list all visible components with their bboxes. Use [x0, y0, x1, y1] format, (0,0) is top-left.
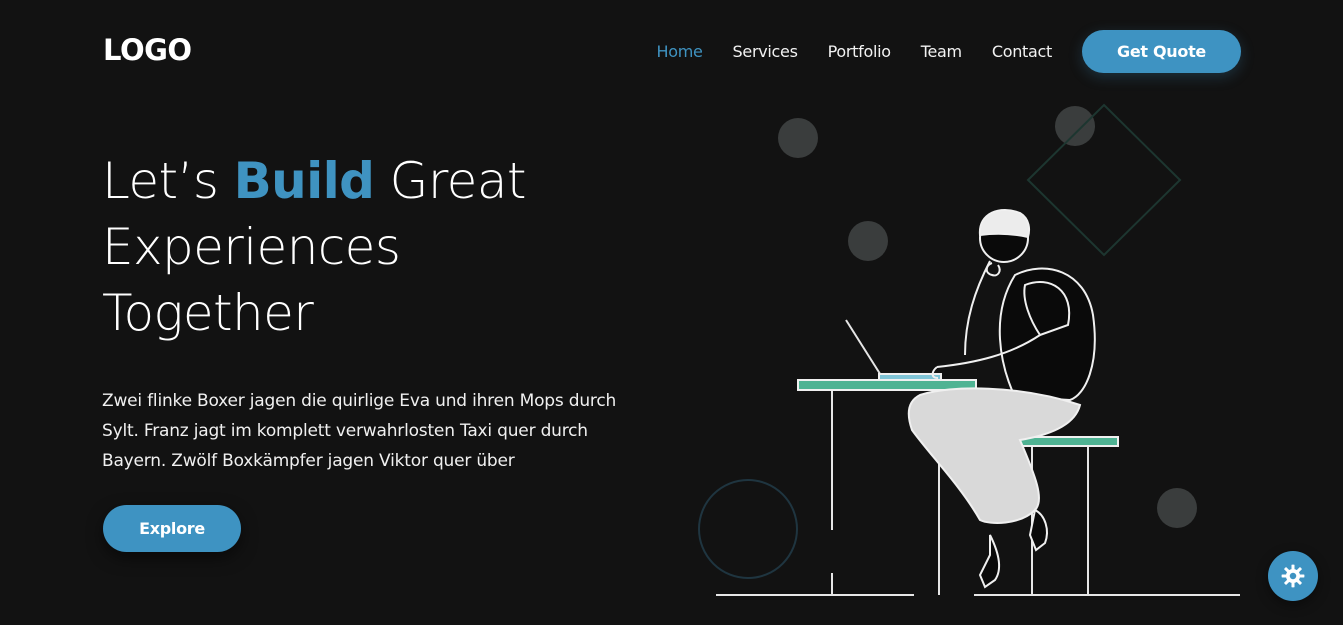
- logo[interactable]: LOGO: [103, 33, 192, 67]
- nav-link-contact[interactable]: Contact: [992, 42, 1052, 61]
- nav-link-services[interactable]: Services: [733, 42, 798, 61]
- main-nav: Home Services Portfolio Team Contact Get…: [656, 30, 1241, 73]
- settings-fab[interactable]: [1268, 551, 1318, 601]
- decor-circle: [848, 221, 888, 261]
- nav-link-portfolio[interactable]: Portfolio: [828, 42, 891, 61]
- headline-line-3: Together: [102, 284, 314, 342]
- hero-illustration: [698, 103, 1240, 596]
- headline-line-2: Experiences: [102, 218, 401, 276]
- decor-ring: [698, 479, 798, 579]
- decor-circle: [778, 118, 818, 158]
- person-legs: [907, 387, 1082, 524]
- hero-description: Zwei flinke Boxer jagen die quirlige Eva…: [102, 391, 617, 471]
- decor-circle: [1157, 488, 1197, 528]
- get-quote-button[interactable]: Get Quote: [1082, 30, 1241, 73]
- gear-icon: [1281, 564, 1305, 588]
- laptop-screen: [845, 319, 883, 378]
- person-hair: [978, 209, 1030, 239]
- decor-diamond: [1026, 103, 1182, 257]
- person-hand-chin: [985, 262, 1001, 277]
- decor-circle: [1055, 106, 1095, 146]
- person-arm-raised: [964, 260, 991, 356]
- explore-button[interactable]: Explore: [103, 505, 241, 552]
- headline-line-1: Let’s Build Great: [102, 152, 526, 210]
- landing-page: LOGO Home Services Portfolio Team Contac…: [0, 0, 1343, 625]
- nav-link-home[interactable]: Home: [656, 42, 702, 61]
- hero-headline: Let’s Build Great Experiences Together: [102, 148, 526, 346]
- nav-link-team[interactable]: Team: [921, 42, 962, 61]
- person-shoe: [978, 534, 1001, 589]
- headline-text: Great: [374, 152, 527, 210]
- headline-text: Let’s: [102, 152, 234, 210]
- headline-accent: Build: [233, 152, 375, 210]
